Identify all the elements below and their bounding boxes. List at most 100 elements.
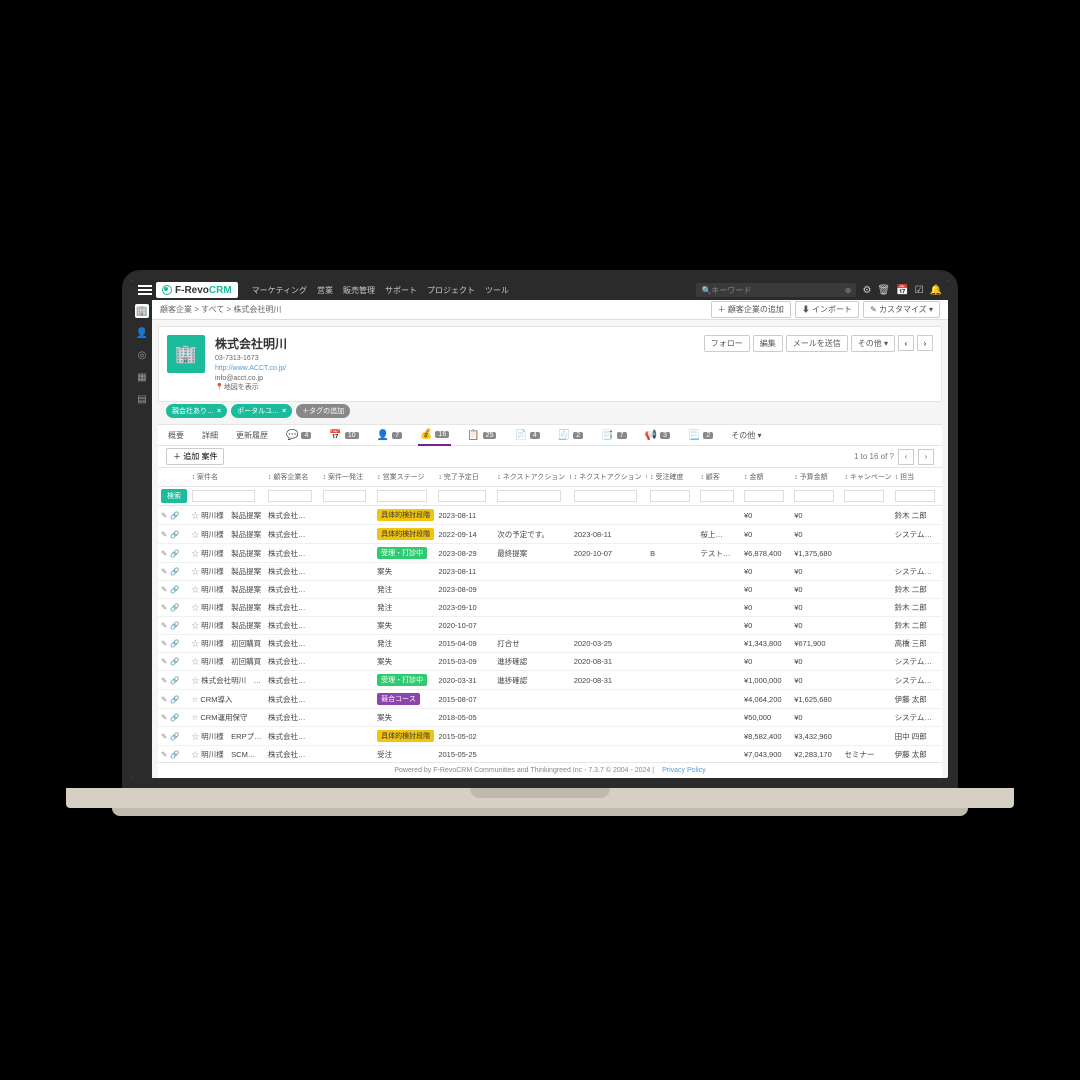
- edit-row-icon[interactable]: ✎: [161, 530, 167, 539]
- filter-input[interactable]: [574, 490, 637, 502]
- customize-button[interactable]: ✎ カスタマイズ ▾: [863, 301, 940, 318]
- filter-input[interactable]: [192, 490, 255, 502]
- sidebar-item-list[interactable]: ▦: [135, 370, 149, 384]
- hamburger-icon[interactable]: [138, 285, 152, 295]
- table-row[interactable]: ✎🔗☆ 明川様 ERPプロジ…株式会社…具体的検討段階2015-05-02¥8,…: [158, 727, 942, 746]
- logo[interactable]: F-RevoCRM: [156, 282, 238, 298]
- tab-related[interactable]: 📑7: [599, 426, 628, 445]
- nav-item[interactable]: プロジェクト: [427, 285, 475, 296]
- add-account-button[interactable]: ＋ 顧客企業の追加: [711, 301, 791, 318]
- star-icon[interactable]: ☆: [192, 511, 200, 520]
- column-header[interactable]: ↕ 顧客: [697, 468, 741, 487]
- edit-row-icon[interactable]: ✎: [161, 621, 167, 630]
- column-header[interactable]: ↕ 予算金額: [791, 468, 841, 487]
- bell-icon[interactable]: 🔔: [930, 285, 942, 296]
- filter-input[interactable]: [844, 490, 884, 502]
- sidebar-item-doc[interactable]: ▤: [135, 392, 149, 406]
- edit-row-icon[interactable]: ✎: [161, 567, 167, 576]
- company-map[interactable]: 📍地図を表示: [215, 383, 287, 393]
- tag[interactable]: 親会社あり…×: [166, 404, 227, 418]
- link-row-icon[interactable]: 🔗: [170, 511, 179, 520]
- link-row-icon[interactable]: 🔗: [170, 750, 179, 759]
- star-icon[interactable]: ☆: [192, 657, 200, 666]
- star-icon[interactable]: ☆: [192, 530, 200, 539]
- import-button[interactable]: ⬇ インポート: [795, 301, 859, 318]
- link-row-icon[interactable]: 🔗: [170, 732, 179, 741]
- tab-related[interactable]: 👤7: [375, 426, 404, 445]
- edit-row-icon[interactable]: ✎: [161, 713, 167, 722]
- edit-row-icon[interactable]: ✎: [161, 639, 167, 648]
- nav-item[interactable]: マーケティング: [252, 285, 307, 296]
- link-row-icon[interactable]: 🔗: [170, 639, 179, 648]
- add-row-button[interactable]: ＋ 追加 案件: [166, 448, 224, 465]
- edit-row-icon[interactable]: ✎: [161, 511, 167, 520]
- tab-related[interactable]: 💬4: [284, 426, 313, 445]
- star-icon[interactable]: ☆: [192, 549, 200, 558]
- gear-icon[interactable]: ⚙: [862, 285, 871, 296]
- filter-input[interactable]: [438, 490, 486, 502]
- tag[interactable]: ＋タグの追加: [296, 404, 350, 418]
- edit-row-icon[interactable]: ✎: [161, 750, 167, 759]
- follow-button[interactable]: フォロー: [704, 335, 750, 352]
- mail-button[interactable]: メールを送信: [786, 335, 848, 352]
- edit-row-icon[interactable]: ✎: [161, 657, 167, 666]
- filter-input[interactable]: [323, 490, 367, 502]
- edit-row-icon[interactable]: ✎: [161, 585, 167, 594]
- filter-input[interactable]: [497, 490, 560, 502]
- privacy-link[interactable]: Privacy Policy: [662, 767, 706, 774]
- table-row[interactable]: ✎🔗☆ 明川様 製品提案株式会社…具体的検討段階2022-09-14次の予定です…: [158, 525, 942, 544]
- column-header[interactable]: ↕ キャンペーン元: [841, 468, 891, 487]
- trash-icon[interactable]: 🗑: [877, 285, 890, 296]
- column-header[interactable]: ↕ 担当: [892, 468, 942, 487]
- table-row[interactable]: ✎🔗☆ 明川様 初回購買株式会社…発注2015-04-09打合せ2020-03-…: [158, 635, 942, 653]
- star-icon[interactable]: ☆: [192, 621, 200, 630]
- link-row-icon[interactable]: 🔗: [170, 603, 179, 612]
- edit-button[interactable]: 編集: [753, 335, 783, 352]
- filter-input[interactable]: [377, 490, 427, 502]
- table-row[interactable]: ✎🔗☆ 明川様 SCM構築株式会社…受注2015-05-25¥7,043,900…: [158, 746, 942, 762]
- tab-detail[interactable]: 詳細: [200, 426, 220, 445]
- link-row-icon[interactable]: 🔗: [170, 676, 179, 685]
- company-url[interactable]: http://www.ACCT.co.jp/: [215, 364, 287, 374]
- link-row-icon[interactable]: 🔗: [170, 549, 179, 558]
- link-row-icon[interactable]: 🔗: [170, 657, 179, 666]
- tab-related[interactable]: 📄4: [512, 426, 541, 445]
- column-header[interactable]: ↕ 受注確度: [647, 468, 697, 487]
- tab-related[interactable]: 🧾2: [556, 426, 585, 445]
- edit-row-icon[interactable]: ✎: [161, 676, 167, 685]
- filter-input[interactable]: [794, 490, 834, 502]
- star-icon[interactable]: ☆: [192, 713, 199, 722]
- column-header[interactable]: ↕ 金額: [741, 468, 791, 487]
- tab-related[interactable]: 💰16: [418, 425, 451, 446]
- more-button[interactable]: その他 ▾: [851, 335, 895, 352]
- filter-input[interactable]: [650, 490, 690, 502]
- column-header[interactable]: ↕ ネクストアクション（日付）: [571, 468, 647, 487]
- star-icon[interactable]: ☆: [192, 676, 200, 685]
- prev-record-button[interactable]: ‹: [898, 335, 914, 351]
- tab-related[interactable]: 📋25: [465, 426, 498, 445]
- nav-item[interactable]: ツール: [485, 285, 509, 296]
- star-icon[interactable]: ☆: [192, 695, 199, 704]
- company-email[interactable]: info@acct.co.jp: [215, 374, 287, 384]
- page-prev-button[interactable]: ‹: [898, 449, 914, 465]
- column-header[interactable]: ↕ ネクストアクション（内容）: [494, 468, 570, 487]
- link-row-icon[interactable]: 🔗: [170, 621, 179, 630]
- nav-item[interactable]: 販売管理: [343, 285, 375, 296]
- edit-row-icon[interactable]: ✎: [161, 695, 167, 704]
- table-row[interactable]: ✎🔗☆ 明川様 初回購買株式会社…案失2015-03-09進捗確認2020-08…: [158, 653, 942, 671]
- table-row[interactable]: ✎🔗☆ 明川様 製品提案株式会社…具体的検討段階2023-08-11¥0¥0鈴木…: [158, 506, 942, 525]
- star-icon[interactable]: ☆: [192, 585, 200, 594]
- edit-icon[interactable]: ☑: [915, 285, 924, 296]
- link-row-icon[interactable]: 🔗: [170, 567, 179, 576]
- star-icon[interactable]: ☆: [192, 639, 200, 648]
- star-icon[interactable]: ☆: [192, 732, 200, 741]
- sidebar-item-target[interactable]: ◎: [135, 348, 149, 362]
- column-header[interactable]: ↕ 営業ステージ: [374, 468, 435, 487]
- search-button[interactable]: 検索: [161, 489, 187, 503]
- edit-row-icon[interactable]: ✎: [161, 549, 167, 558]
- filter-input[interactable]: [895, 490, 935, 502]
- filter-input[interactable]: [744, 490, 784, 502]
- column-header[interactable]: ↕ 顧客企業名: [265, 468, 320, 487]
- edit-row-icon[interactable]: ✎: [161, 732, 167, 741]
- tab-history[interactable]: 更新履歴: [234, 426, 270, 445]
